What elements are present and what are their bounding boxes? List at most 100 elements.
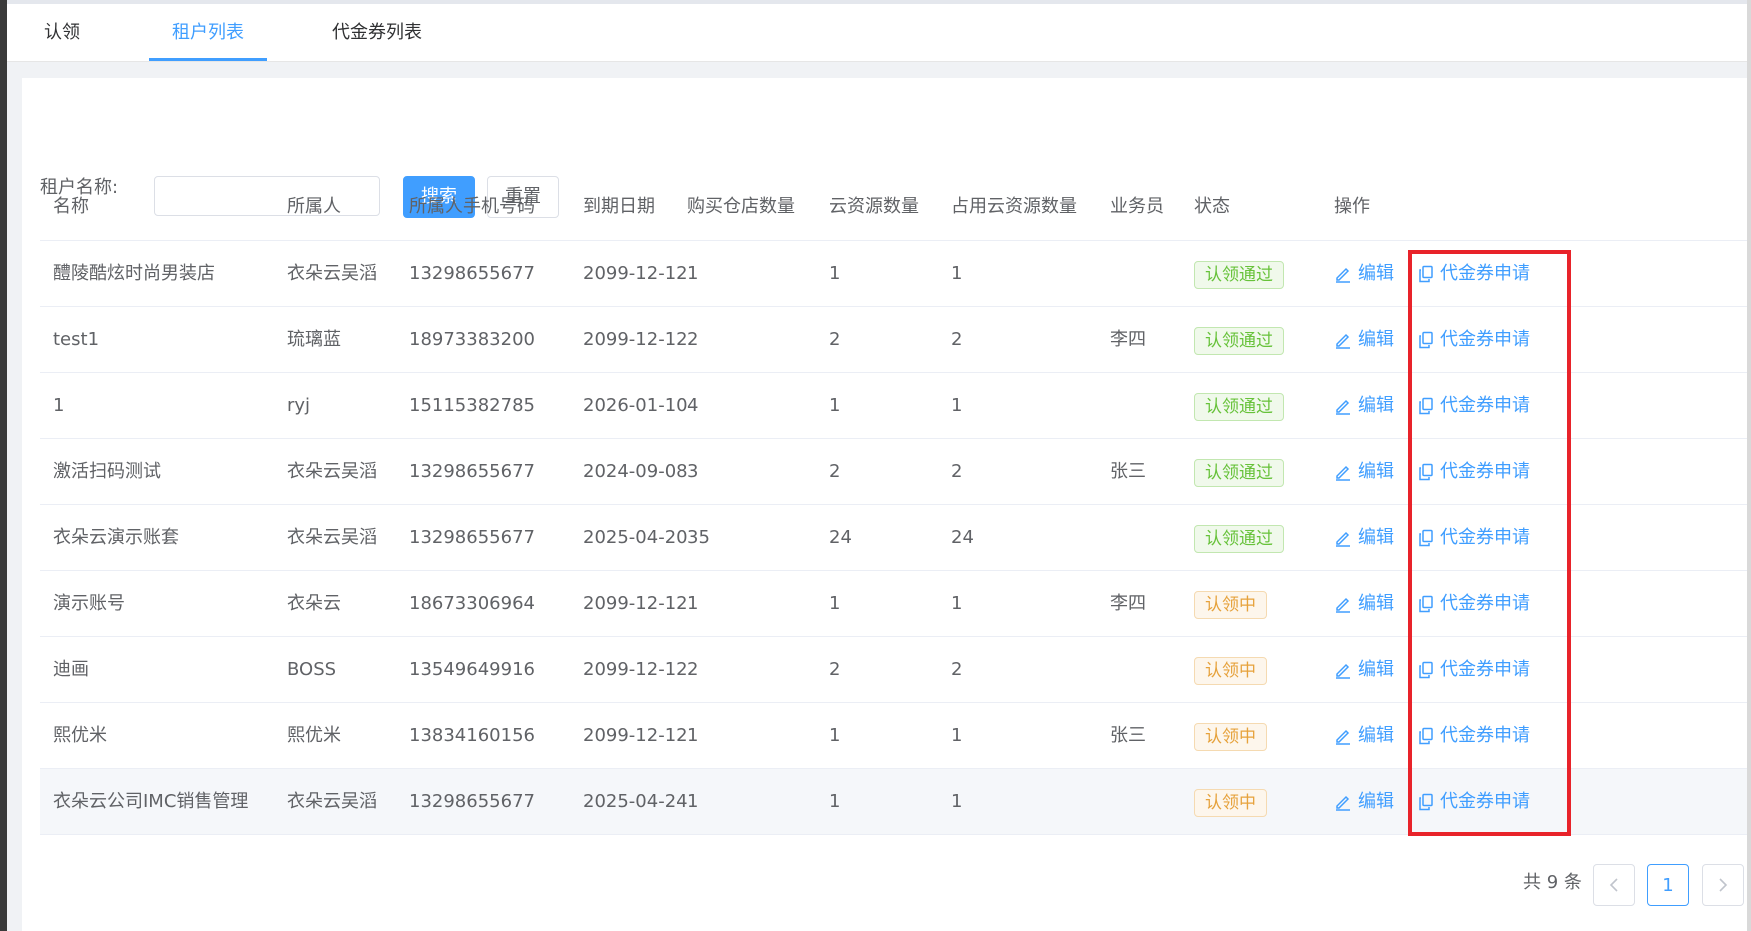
cell-owner: BOSS (287, 659, 337, 680)
voucher-apply-link[interactable]: 代金券申请 (1418, 505, 1530, 571)
cell-phone: 13298655677 (409, 791, 535, 812)
cell-cloud-count: 1 (829, 263, 841, 284)
document-copy-icon (1419, 595, 1433, 613)
cell-name: 激活扫码测试 (53, 461, 161, 482)
cell-owner: 衣朵云吴滔 (287, 461, 377, 482)
cell-name: 衣朵云公司IMC销售管理 (53, 791, 249, 812)
cell-salesman: 张三 (1110, 725, 1146, 746)
cell-expire-date: 2025-04-20 (583, 527, 688, 548)
cell-cloud-count: 1 (829, 725, 841, 746)
document-copy-icon (1419, 793, 1433, 811)
cell-expire-date: 2099-12-12 (583, 659, 688, 680)
voucher-apply-link[interactable]: 代金券申请 (1418, 769, 1530, 835)
pagination-prev-button[interactable] (1593, 864, 1635, 906)
cell-store-count: 4 (687, 395, 699, 416)
voucher-apply-link[interactable]: 代金券申请 (1418, 439, 1530, 505)
voucher-apply-label: 代金券申请 (1440, 263, 1530, 284)
table-row: 衣朵云演示账套 衣朵云吴滔 13298655677 2025-04-20 35 24 24 认… (40, 505, 1747, 571)
tab-active-indicator (149, 58, 267, 61)
edit-link[interactable]: 编辑 (1334, 241, 1394, 307)
cell-store-count: 3 (687, 461, 699, 482)
table-row: 演示账号 衣朵云 18673306964 2099-12-12 1 1 1 李四 认领中 编辑 代金… (40, 571, 1747, 637)
edit-link-label: 编辑 (1358, 329, 1394, 350)
cell-phone: 13298655677 (409, 461, 535, 482)
cell-salesman: 李四 (1110, 329, 1146, 350)
voucher-apply-label: 代金券申请 (1440, 659, 1530, 680)
cell-owner: 熙优米 (287, 725, 341, 746)
table-row: 迪画 BOSS 13549649916 2099-12-12 2 2 2 认领中 编辑 代金券申请 (40, 637, 1747, 703)
cell-expire-date: 2099-12-12 (583, 725, 688, 746)
window-left-edge (0, 0, 7, 931)
cell-phone: 13549649916 (409, 659, 535, 680)
cell-used-cloud-count: 2 (951, 329, 963, 350)
edit-icon (1336, 531, 1350, 547)
edit-link-label: 编辑 (1358, 791, 1394, 812)
voucher-apply-label: 代金券申请 (1440, 593, 1530, 614)
chevron-left-icon (1609, 878, 1618, 892)
voucher-apply-label: 代金券申请 (1440, 461, 1530, 482)
voucher-apply-link[interactable]: 代金券申请 (1418, 373, 1530, 439)
table-row: 激活扫码测试 衣朵云吴滔 13298655677 2024-09-08 3 2 2 张三 认领通… (40, 439, 1747, 505)
edit-link-label: 编辑 (1358, 263, 1394, 284)
cell-expire-date: 2025-04-24 (583, 791, 688, 812)
document-copy-icon (1419, 265, 1433, 283)
cell-cloud-count: 24 (829, 527, 852, 548)
edit-link[interactable]: 编辑 (1334, 571, 1394, 637)
status-badge: 认领通过 (1194, 525, 1284, 553)
tab-voucher-list[interactable]: 代金券列表 (325, 4, 429, 62)
pagination-page-button[interactable]: 1 (1647, 864, 1689, 906)
status-badge: 认领中 (1194, 657, 1267, 685)
cell-owner: 衣朵云吴滔 (287, 791, 377, 812)
cell-cloud-count: 1 (829, 395, 841, 416)
pagination-total: 共 9 条 (1523, 872, 1582, 893)
cell-owner: 衣朵云吴滔 (287, 263, 377, 284)
cell-cloud-count: 2 (829, 461, 841, 482)
voucher-apply-link[interactable]: 代金券申请 (1418, 307, 1530, 373)
cell-store-count: 2 (687, 659, 699, 680)
edit-icon (1336, 663, 1350, 679)
cell-store-count: 35 (687, 527, 710, 548)
edit-icon (1336, 795, 1350, 811)
voucher-apply-link[interactable]: 代金券申请 (1418, 571, 1530, 637)
edit-link[interactable]: 编辑 (1334, 637, 1394, 703)
voucher-apply-link[interactable]: 代金券申请 (1418, 241, 1530, 307)
edit-link-label: 编辑 (1358, 527, 1394, 548)
cell-used-cloud-count: 1 (951, 725, 963, 746)
header-owner: 所属人 (287, 196, 341, 217)
edit-link[interactable]: 编辑 (1334, 307, 1394, 373)
edit-link[interactable]: 编辑 (1334, 439, 1394, 505)
table-body: 醴陵酷炫时尚男装店 衣朵云吴滔 13298655677 2099-12-12 1 1 1 认领… (40, 241, 1747, 835)
edit-icon (1336, 465, 1350, 481)
edit-icon (1336, 597, 1350, 613)
tab-claim[interactable]: 认领 (27, 4, 97, 62)
edit-link-label: 编辑 (1358, 395, 1394, 416)
document-copy-icon (1419, 529, 1433, 547)
voucher-apply-label: 代金券申请 (1440, 725, 1530, 746)
table-row: test1 琉璃蓝 18973383200 2099-12-12 2 2 2 李四 认领通过 编辑… (40, 307, 1747, 373)
cell-used-cloud-count: 24 (951, 527, 974, 548)
pagination-next-button[interactable] (1702, 864, 1744, 906)
header-expire-date: 到期日期 (583, 196, 655, 217)
table-row: 1 ryj 15115382785 2026-01-10 4 1 1 认领通过 编辑 代金券申请 (40, 373, 1747, 439)
cell-used-cloud-count: 1 (951, 791, 963, 812)
edit-link[interactable]: 编辑 (1334, 505, 1394, 571)
edit-link[interactable]: 编辑 (1334, 373, 1394, 439)
table-row: 醴陵酷炫时尚男装店 衣朵云吴滔 13298655677 2099-12-12 1 1 1 认领… (40, 241, 1747, 307)
cell-expire-date: 2026-01-10 (583, 395, 688, 416)
table-header: 名称 所属人 所属人手机号码 到期日期 购买仓店数量 云资源数量 占用云资源数量… (40, 174, 1747, 241)
voucher-apply-link[interactable]: 代金券申请 (1418, 637, 1530, 703)
edit-link[interactable]: 编辑 (1334, 769, 1394, 835)
tab-bar: 认领 租户列表 代金券列表 (7, 0, 1747, 62)
cell-salesman: 张三 (1110, 461, 1146, 482)
tab-tenant-list[interactable]: 租户列表 (149, 4, 267, 62)
status-badge: 认领中 (1194, 591, 1267, 619)
cell-salesman: 李四 (1110, 593, 1146, 614)
edit-link[interactable]: 编辑 (1334, 703, 1394, 769)
cell-name: 1 (53, 395, 65, 416)
voucher-apply-link[interactable]: 代金券申请 (1418, 703, 1530, 769)
cell-expire-date: 2099-12-12 (583, 263, 688, 284)
document-copy-icon (1419, 397, 1433, 415)
cell-cloud-count: 2 (829, 329, 841, 350)
header-owner-phone: 所属人手机号码 (409, 196, 535, 217)
edit-icon (1336, 729, 1350, 745)
